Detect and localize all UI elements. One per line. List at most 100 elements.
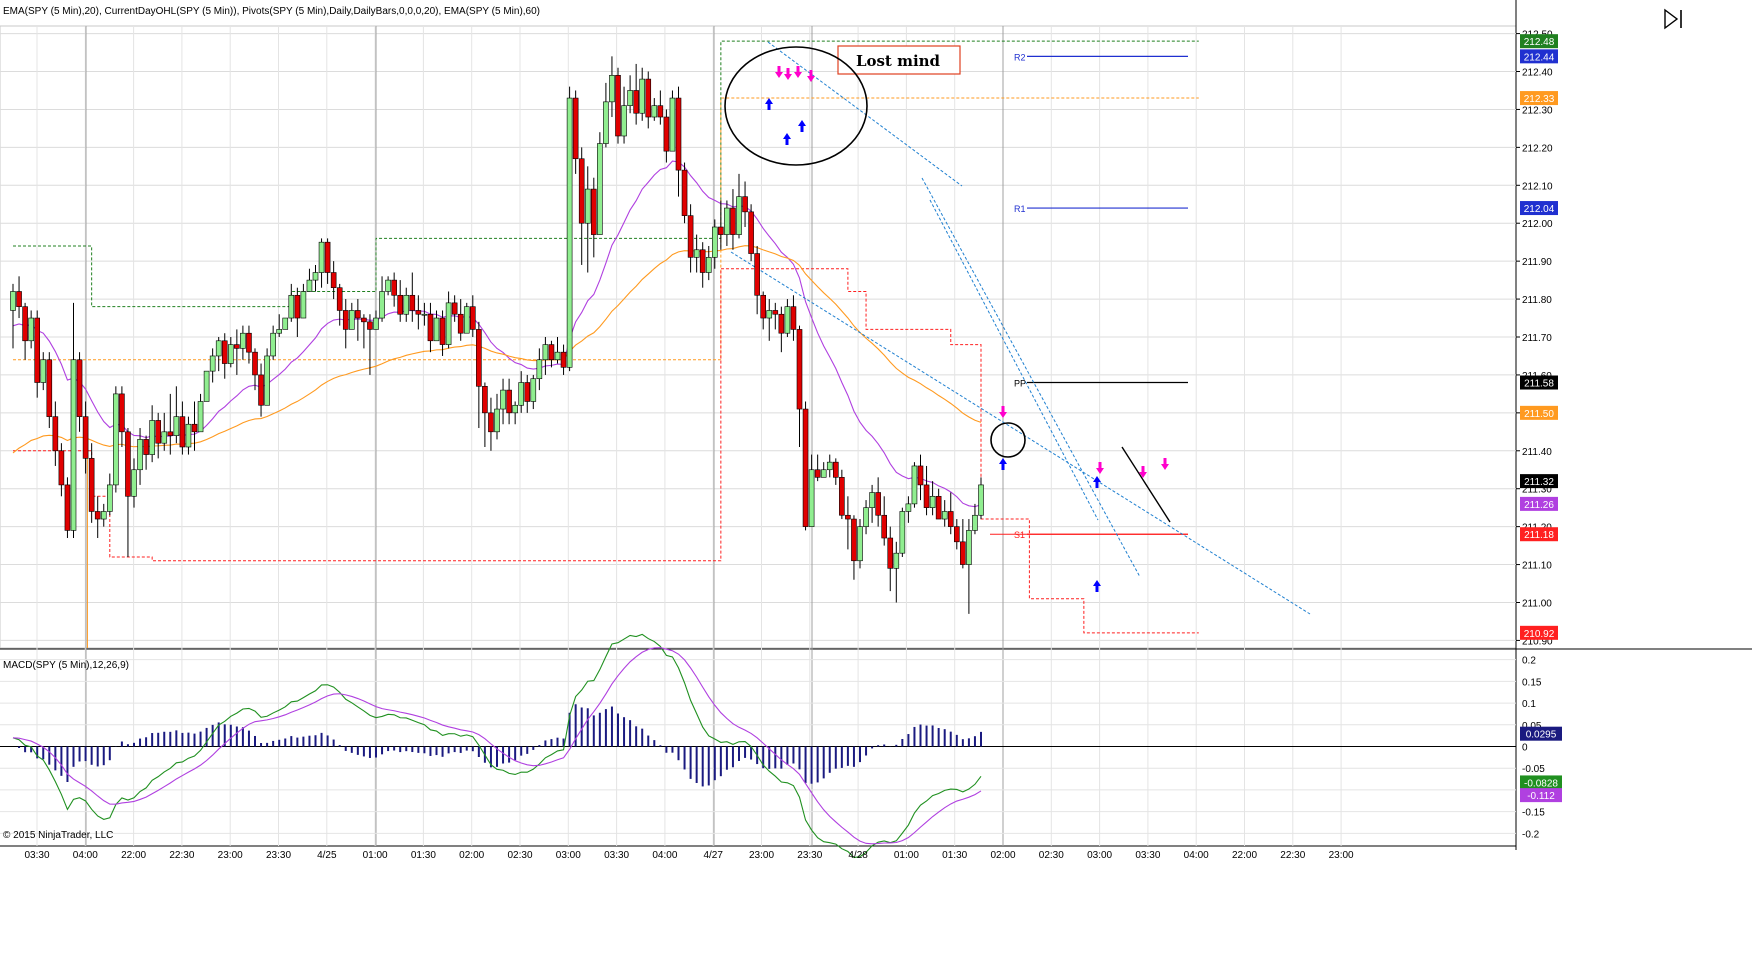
candle-down: [645, 78, 652, 118]
chart-svg: R2R1PPS1 212.50212.40212.30212.20212.102…: [0, 0, 1752, 861]
candle-down: [391, 279, 397, 296]
candle-down: [451, 302, 458, 315]
time-tick-label: 02:00: [990, 850, 1015, 861]
candle-down: [572, 97, 579, 160]
macd-tick-label: 0: [1522, 743, 1528, 754]
candle-up: [530, 378, 537, 402]
candle-up: [240, 332, 246, 349]
candle-down: [754, 253, 760, 296]
candle-up: [203, 370, 210, 402]
time-tick-label: 02:00: [459, 850, 484, 861]
candle-up: [627, 90, 633, 106]
candle-down: [839, 477, 845, 516]
candle-down: [718, 226, 724, 235]
candle-down: [845, 514, 851, 520]
candle-up: [941, 511, 948, 520]
candle-up: [107, 484, 113, 512]
trendlines: [730, 41, 1311, 615]
candle-up: [264, 355, 270, 406]
sell-arrow-icon: [775, 66, 783, 78]
candle-up: [863, 507, 869, 527]
candle-up: [869, 492, 875, 508]
copyright: © 2015 NinjaTrader, LLC: [3, 830, 113, 841]
candle-up: [651, 105, 658, 118]
time-tick-label: 01:00: [363, 850, 388, 861]
price-badge-label: 211.18: [1524, 530, 1554, 541]
candle-up: [149, 420, 155, 455]
time-tick-label: 22:00: [1232, 850, 1257, 861]
candle-down: [246, 332, 252, 353]
candle-up: [306, 279, 313, 292]
price-tick-label: 211.80: [1522, 295, 1552, 306]
macd-tick-label: 0.1: [1522, 699, 1536, 710]
panel-toggle-icon[interactable]: [1663, 8, 1685, 30]
candle-up: [584, 188, 591, 224]
annotation-text: Lost mind: [856, 52, 941, 70]
candle-down: [330, 272, 337, 288]
sell-arrow-icon: [784, 68, 792, 80]
macd-tick-label: -0.2: [1522, 829, 1540, 840]
candle-up: [808, 469, 815, 527]
candle-up: [433, 317, 440, 342]
candle-down: [633, 90, 639, 114]
candle-down: [342, 310, 349, 330]
candle-down: [457, 313, 464, 334]
candle-up: [131, 469, 137, 497]
time-tick-label: 01:30: [942, 850, 967, 861]
candle-up: [10, 291, 16, 311]
time-tick-label: 02:30: [1039, 850, 1064, 861]
candle-up: [270, 332, 276, 357]
price-badge-label: 211.26: [1524, 500, 1554, 511]
candle-up: [70, 359, 77, 531]
time-tick-label: 03:30: [24, 850, 49, 861]
buy-arrow-icon: [783, 133, 791, 145]
candle-down: [875, 492, 881, 516]
candle-up: [421, 313, 428, 316]
candle-down: [772, 310, 779, 315]
candle-down: [46, 359, 53, 417]
time-tick-label: 04:00: [652, 850, 677, 861]
candle-down: [578, 158, 585, 224]
buy-arrow-icon: [765, 98, 773, 110]
candle-down: [851, 518, 857, 562]
price-badge-label: 212.33: [1524, 94, 1555, 105]
price-tick-label: 211.70: [1522, 333, 1552, 344]
price-tick-label: 211.10: [1522, 561, 1552, 572]
candle-down: [355, 310, 361, 319]
candle-down: [252, 351, 258, 376]
candle-down: [167, 431, 174, 436]
candle-down: [294, 294, 301, 319]
time-tick-label: 22:00: [121, 850, 146, 861]
signal-markers: [765, 66, 1169, 592]
candle-down: [415, 310, 422, 315]
indicator-header: EMA(SPY (5 Min),20), CurrentDayOHL(SPY (…: [3, 6, 540, 17]
time-tick-label: 04:00: [73, 850, 98, 861]
macd-badge-label: 0.0295: [1526, 730, 1557, 741]
price-badge-label: 211.58: [1524, 379, 1554, 390]
time-tick-label: 04:00: [1184, 850, 1209, 861]
candle-down: [742, 196, 748, 213]
price-tick-label: 212.30: [1522, 105, 1553, 116]
candle-up: [312, 272, 319, 281]
candle-up: [282, 317, 289, 330]
candle-up: [736, 196, 742, 235]
price-badge-label: 211.32: [1524, 477, 1554, 488]
buy-arrow-icon: [798, 120, 806, 132]
candle-down: [427, 313, 434, 342]
price-badge-label: 210.92: [1524, 629, 1555, 640]
candle-up: [905, 503, 912, 512]
time-tick-label: 23:00: [218, 850, 243, 861]
candle-down: [796, 329, 803, 410]
pivot-s1-label: S1: [1014, 530, 1025, 540]
candle-up: [28, 317, 34, 342]
candle-down: [409, 294, 416, 311]
time-tick-label: 4/28: [848, 850, 868, 861]
price-badge-label: 211.50: [1524, 409, 1554, 420]
candle-up: [137, 439, 143, 471]
time-tick-label: 4/25: [317, 850, 337, 861]
candle-down: [675, 97, 682, 171]
macd-tick-label: 0.15: [1522, 677, 1542, 688]
candle-down: [760, 294, 767, 319]
time-tick-label: 03:00: [1087, 850, 1112, 861]
candle-up: [857, 526, 863, 562]
